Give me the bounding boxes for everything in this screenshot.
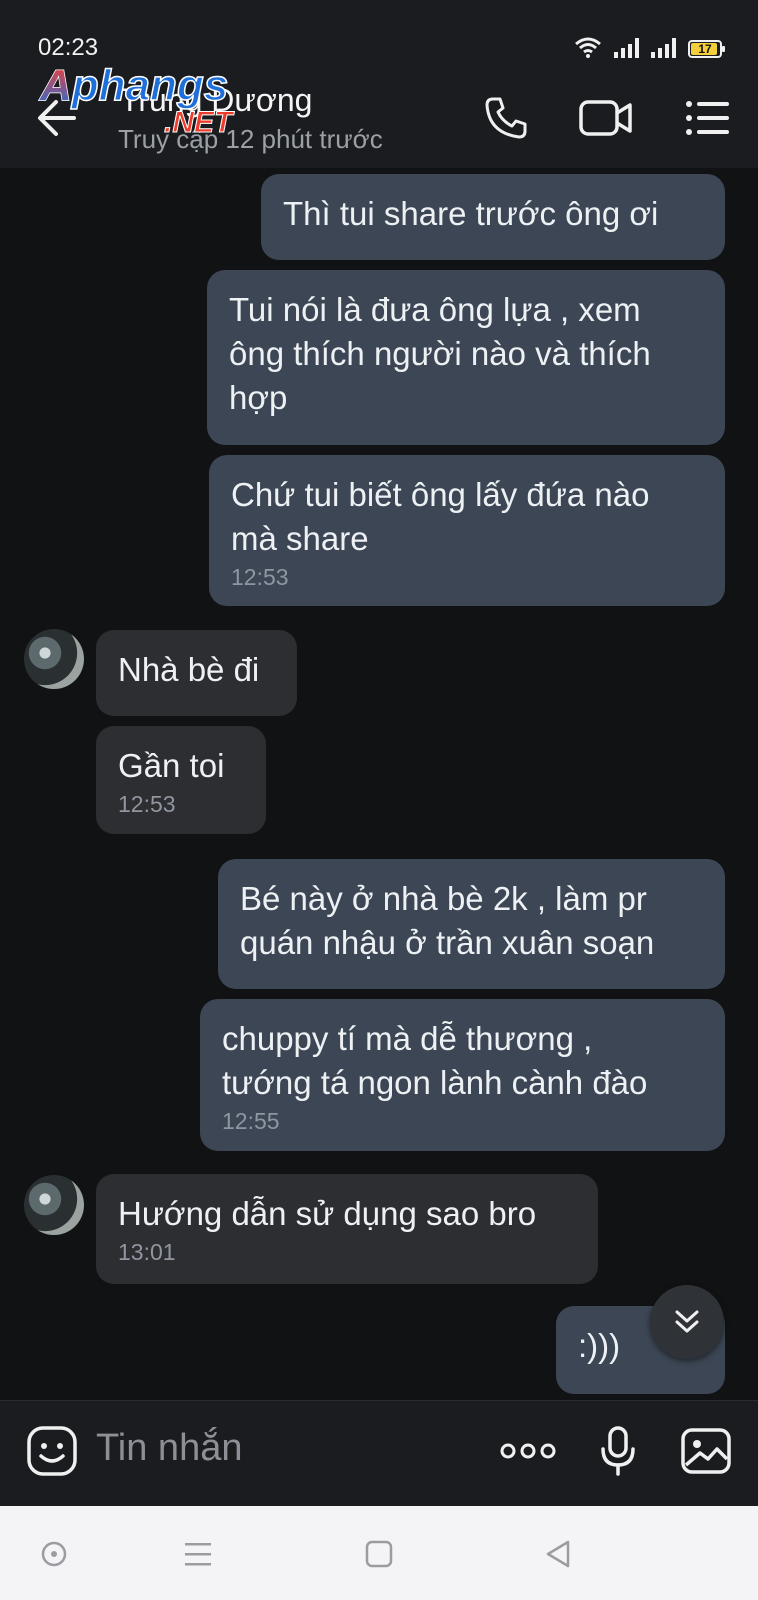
assistant-button[interactable] <box>32 1532 76 1576</box>
back-button[interactable] <box>28 88 88 148</box>
image-button[interactable] <box>676 1421 736 1481</box>
triangle-back-icon <box>546 1540 570 1568</box>
message-text: Nhà bè đi <box>118 651 260 688</box>
message-text: Bé này ở nhà bè 2k , làm pr quán nhậu ở … <box>240 880 655 961</box>
chat-header: Trung Dương Truy cập 12 phút trước Aphan… <box>0 60 758 168</box>
battery-icon: 17 <box>688 40 725 58</box>
system-navigation-bar <box>0 1506 758 1600</box>
menu-button[interactable] <box>678 88 738 148</box>
message-bubble-incoming[interactable]: Nhà bè đi <box>96 630 297 716</box>
message-time: 12:55 <box>222 1108 280 1134</box>
message-text: Chứ tui biết ông lấy đứa nào mà share <box>231 476 650 557</box>
message-time: 13:01 <box>118 1239 176 1265</box>
home-button[interactable] <box>357 1532 401 1576</box>
contact-name[interactable]: Trung Dương <box>120 82 312 119</box>
wifi-icon <box>575 37 601 58</box>
recent-apps-button[interactable] <box>176 1532 220 1576</box>
square-icon <box>365 1540 393 1568</box>
arrow-left-icon <box>38 100 76 136</box>
call-button[interactable] <box>476 88 536 148</box>
signal-icon <box>614 38 639 58</box>
message-bubble-incoming[interactable]: Hướng dẫn sử dụng sao bro 13:01 <box>96 1174 598 1284</box>
message-bubble-outgoing[interactable]: Bé này ở nhà bè 2k , làm pr quán nhậu ở … <box>218 859 725 989</box>
back-nav-button[interactable] <box>536 1532 580 1576</box>
message-bubble-outgoing[interactable]: Thì tui share trước ông ơi <box>261 174 725 260</box>
status-bar: 02:23 17 <box>0 0 758 66</box>
avatar[interactable] <box>24 1175 84 1235</box>
message-bubble-outgoing[interactable]: Chứ tui biết ông lấy đứa nào mà share 12… <box>209 455 725 606</box>
emoji-icon <box>27 1426 77 1476</box>
message-input[interactable]: Tin nhắn <box>96 1427 242 1470</box>
message-bubble-outgoing[interactable]: chuppy tí mà dễ thương , tướng tá ngon l… <box>200 999 725 1151</box>
video-camera-icon <box>579 100 632 136</box>
message-text: Thì tui share trước ông ơi <box>283 195 659 232</box>
message-bubble-incoming[interactable]: Gần toi 12:53 <box>96 726 266 834</box>
message-text: Gần toi <box>118 747 225 784</box>
message-text: chuppy tí mà dễ thương , tướng tá ngon l… <box>222 1020 648 1101</box>
more-options-button[interactable] <box>496 1421 560 1481</box>
message-text: Hướng dẫn sử dụng sao bro <box>118 1195 537 1232</box>
message-time: 12:53 <box>231 564 289 590</box>
phone-icon <box>485 97 527 139</box>
status-time: 02:23 <box>38 34 99 61</box>
scroll-to-bottom-button[interactable] <box>650 1285 724 1359</box>
more-dots-icon <box>500 1443 556 1459</box>
message-composer: Tin nhắn <box>0 1400 758 1506</box>
list-menu-icon <box>686 101 729 135</box>
message-time: 12:53 <box>118 791 176 817</box>
chevron-double-down-icon <box>675 1310 699 1333</box>
hamburger-icon <box>185 1543 211 1566</box>
signal-icon <box>651 38 676 58</box>
battery-level: 17 <box>698 42 712 56</box>
circle-dot-icon <box>41 1541 67 1567</box>
message-bubble-outgoing[interactable]: Tui nói là đưa ông lựa , xem ông thích n… <box>207 270 725 445</box>
voice-button[interactable] <box>588 1421 648 1481</box>
emoji-button[interactable] <box>22 1421 82 1481</box>
message-text: Tui nói là đưa ông lựa , xem ông thích n… <box>229 291 651 416</box>
status-icons: 17 <box>574 34 725 58</box>
video-call-button[interactable] <box>576 88 636 148</box>
contact-last-seen: Truy cập 12 phút trước <box>118 124 383 154</box>
avatar[interactable] <box>24 629 84 689</box>
microphone-icon <box>601 1426 635 1476</box>
image-icon <box>681 1428 731 1474</box>
